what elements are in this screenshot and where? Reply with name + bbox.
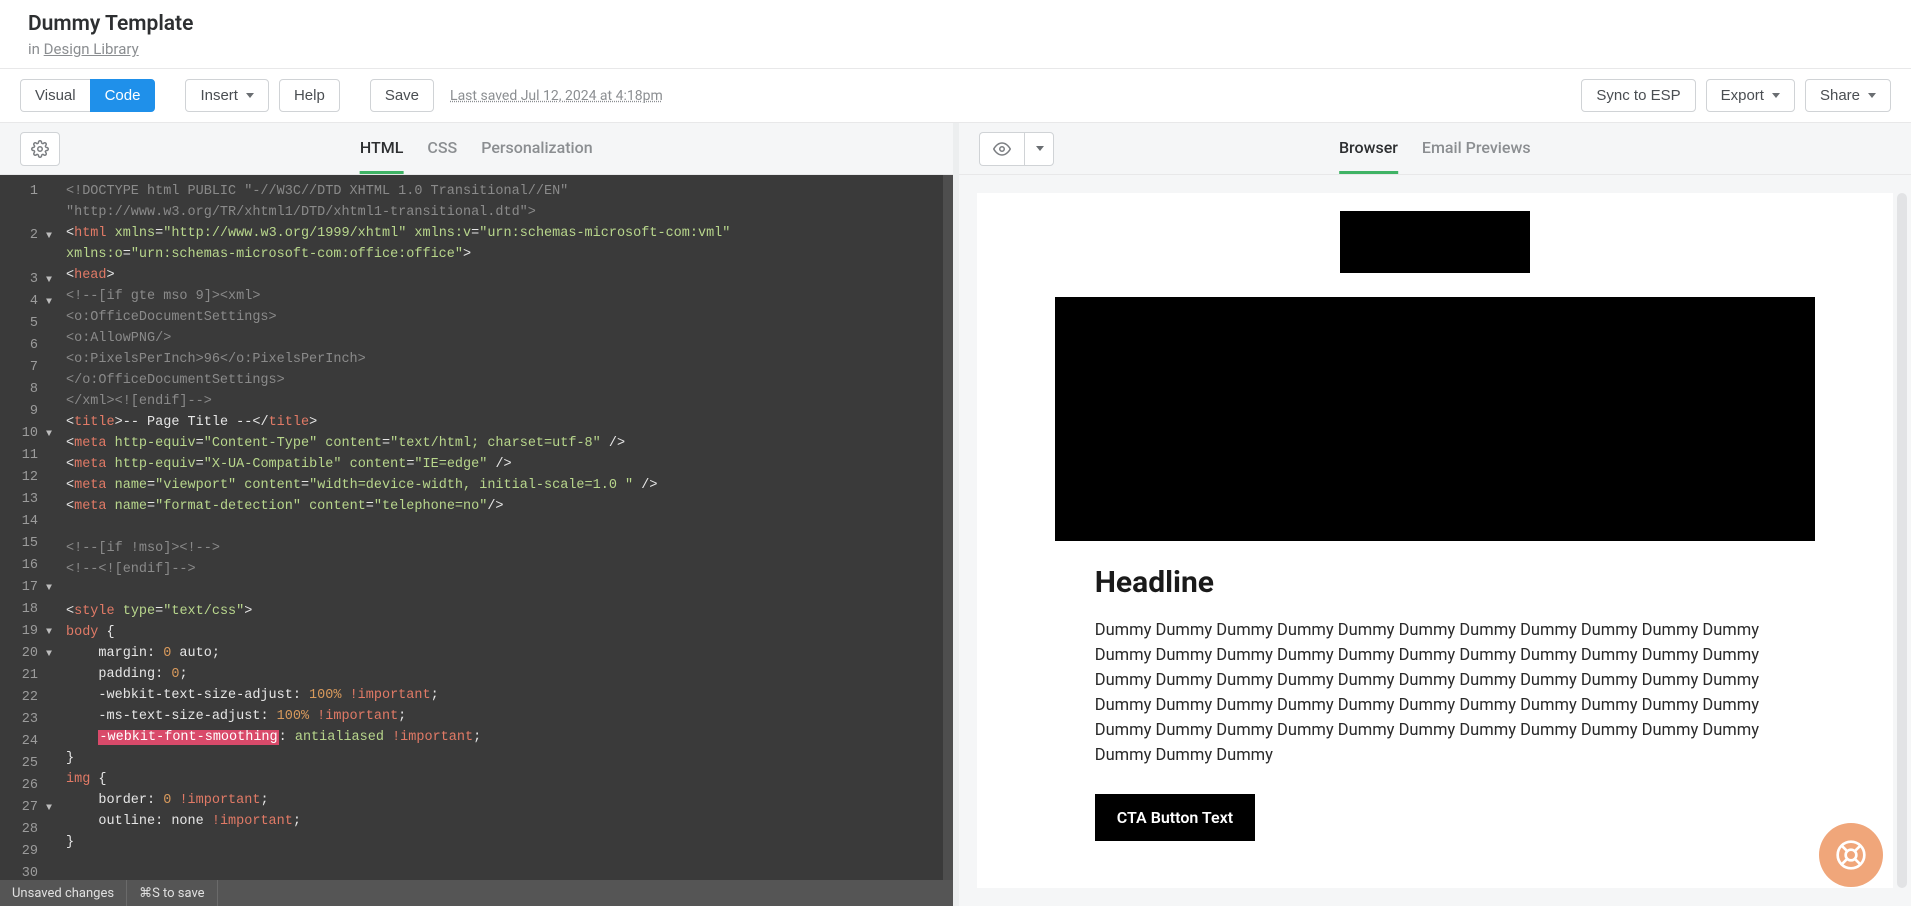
workspace: HTML CSS Personalization 1 2▼ 3▼4▼5 6 7 … [0, 123, 1911, 906]
preview-eye-button[interactable] [979, 132, 1024, 166]
preview-view-dropdown[interactable] [1024, 132, 1054, 166]
editor-status-bar: Unsaved changes ⌘S to save [0, 880, 953, 906]
insert-label: Insert [200, 87, 238, 104]
status-unsaved: Unsaved changes [0, 880, 127, 906]
code-mode-button[interactable]: Code [90, 79, 156, 112]
insert-button[interactable]: Insert [185, 79, 269, 112]
preview-tabs: Browser Email Previews [1339, 124, 1531, 174]
code-editor[interactable]: 1 2▼ 3▼4▼5 6 7 8 9 10▼11 12 13 14 15 16 … [0, 175, 953, 880]
editor-gutter: 1 2▼ 3▼4▼5 6 7 8 9 10▼11 12 13 14 15 16 … [0, 175, 58, 880]
share-button[interactable]: Share [1805, 79, 1891, 112]
preview-scrollbar[interactable] [1897, 193, 1907, 888]
share-label: Share [1820, 87, 1860, 104]
preview-headline: Headline [1095, 565, 1775, 600]
breadcrumb-library-link[interactable]: Design Library [44, 40, 139, 58]
tab-email-previews[interactable]: Email Previews [1422, 124, 1531, 174]
editor-scrollbar[interactable] [943, 175, 953, 880]
export-label: Export [1721, 87, 1764, 104]
tab-personalization[interactable]: Personalization [481, 124, 592, 174]
preview-pane-head: Browser Email Previews [959, 123, 1911, 175]
gear-icon [31, 140, 49, 158]
breadcrumb-prefix: in [28, 40, 44, 58]
page-header: Dummy Template in Design Library [0, 0, 1911, 69]
breadcrumb: in Design Library [28, 40, 1883, 58]
preview-logo-image [1340, 211, 1530, 273]
save-button[interactable]: Save [370, 79, 434, 112]
export-button[interactable]: Export [1706, 79, 1795, 112]
visual-mode-button[interactable]: Visual [20, 79, 90, 112]
save-status-text[interactable]: Last saved Jul 12, 2024 at 4:18pm [450, 88, 663, 104]
editor-tabs: HTML CSS Personalization [360, 124, 593, 174]
status-save-hint: ⌘S to save [127, 880, 218, 906]
preview-viewport: Headline Dummy Dummy Dummy Dummy Dummy D… [959, 175, 1911, 906]
chevron-down-icon [246, 93, 254, 98]
page-title: Dummy Template [28, 12, 1883, 36]
help-chat-button[interactable] [1819, 823, 1883, 887]
primary-toolbar: Visual Code Insert Help Save Last saved … [0, 69, 1911, 123]
tab-html[interactable]: HTML [360, 124, 404, 174]
preview-body-text: Dummy Dummy Dummy Dummy Dummy Dummy Dumm… [1095, 618, 1775, 768]
preview-canvas[interactable]: Headline Dummy Dummy Dummy Dummy Dummy D… [977, 193, 1894, 888]
eye-icon [993, 140, 1011, 158]
chevron-down-icon [1772, 93, 1780, 98]
preview-view-toggle [979, 132, 1054, 166]
tab-css[interactable]: CSS [427, 124, 457, 174]
preview-pane: Browser Email Previews Headline Dummy Du… [959, 123, 1911, 906]
editor-body[interactable]: <!DOCTYPE html PUBLIC "-//W3C//DTD XHTML… [58, 175, 943, 880]
editor-settings-button[interactable] [20, 132, 60, 166]
preview-cta-button[interactable]: CTA Button Text [1095, 794, 1255, 841]
editor-pane: HTML CSS Personalization 1 2▼ 3▼4▼5 6 7 … [0, 123, 953, 906]
preview-content: Headline Dummy Dummy Dummy Dummy Dummy D… [1055, 565, 1815, 841]
chevron-down-icon [1036, 146, 1044, 151]
help-button[interactable]: Help [279, 79, 340, 112]
preview-hero-image [1055, 297, 1815, 541]
view-mode-toggle: Visual Code [20, 79, 155, 112]
tab-browser[interactable]: Browser [1339, 124, 1398, 174]
chevron-down-icon [1868, 93, 1876, 98]
sync-to-esp-button[interactable]: Sync to ESP [1581, 79, 1695, 112]
life-ring-icon [1835, 839, 1867, 871]
editor-pane-head: HTML CSS Personalization [0, 123, 953, 175]
